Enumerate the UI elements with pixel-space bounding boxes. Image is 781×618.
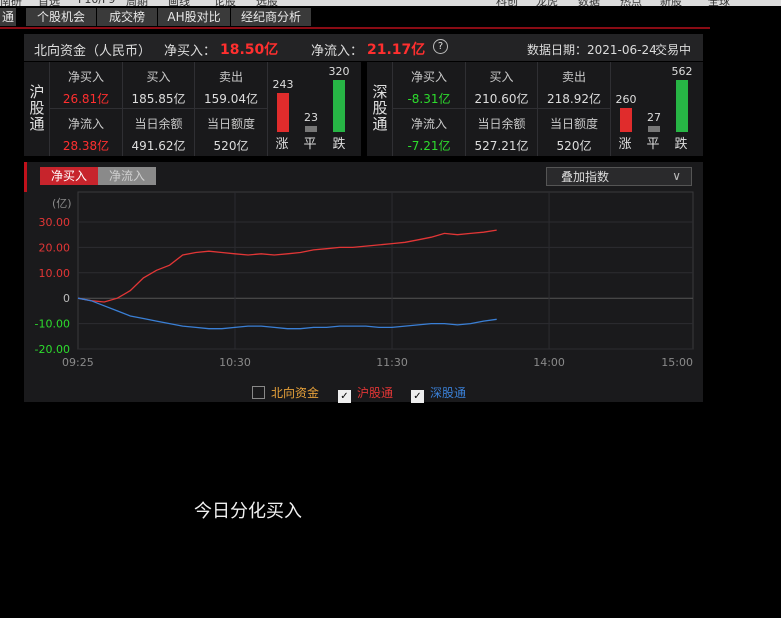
top-strip-item[interactable]: 全球	[708, 0, 730, 6]
hgt-down-label: 跌	[332, 137, 346, 152]
legend-hgt[interactable]: ✓ 沪股通	[338, 384, 393, 403]
tab-stock-opportunity[interactable]: 个股机会	[26, 8, 97, 26]
hgt-net-inflow: 净流入 28.38亿	[62, 117, 110, 153]
tab-ah-comparison[interactable]: AH股对比	[158, 8, 231, 26]
sgt-up-label: 涨	[618, 137, 632, 152]
top-strip-item[interactable]: F10/F9	[78, 0, 115, 6]
hgt-up-bar	[277, 93, 289, 132]
sgt-down-label: 跌	[674, 137, 688, 152]
sgt-panel: 深股通 净买入 -8.31亿 买入 210.60亿 卖出 218.92亿 净流入 -7.…	[367, 62, 703, 156]
sgt-up-count: 260	[615, 93, 637, 106]
sgt-down-bar	[676, 80, 688, 132]
top-toolbar-strip: 南研 首选 F10/F9 周期 画线 论股 选股 科创 龙虎 数据 热点 新股 全球	[0, 0, 781, 6]
flow-line-chart: (亿) 30.00 20.00 10.00 0 -10.00 -20.0009:25 10:3…	[35, 191, 694, 369]
hgt-net-buy: 净买入 26.81亿	[62, 70, 110, 106]
hgt-flat-bar	[305, 126, 317, 132]
top-strip-item[interactable]: 南研	[0, 0, 22, 6]
caption-text: 今日分化买入	[194, 501, 302, 522]
top-strip-item[interactable]: 数据	[578, 0, 600, 6]
y-tick-label: -10.00	[35, 318, 70, 331]
sgt-checkbox[interactable]: ✓	[411, 390, 424, 403]
sgt-quota: 当日额度 520亿	[549, 117, 598, 153]
hgt-sell: 卖出 159.04亿	[204, 70, 258, 106]
y-tick-label: -20.00	[35, 343, 70, 356]
trading-status: 交易中	[655, 43, 692, 57]
x-tick-label: 09:25	[62, 356, 94, 369]
top-strip-item[interactable]: 科创	[496, 0, 518, 6]
net-buy-label: 净买入：	[164, 44, 217, 59]
y-unit-label: (亿)	[52, 197, 72, 210]
page-title: 北向资金（人民币）	[34, 44, 152, 59]
y-tick-label: 20.00	[39, 241, 71, 254]
x-tick-label: 14:00	[533, 356, 565, 369]
sgt-label: 深股通	[372, 83, 388, 133]
hgt-flat-count: 23	[304, 111, 318, 124]
hgt-series-line	[77, 229, 497, 303]
hgt-quota: 当日额度 520亿	[206, 117, 255, 153]
hgt-balance: 当日余额 491.62亿	[131, 117, 186, 153]
sgt-up-bar	[620, 108, 632, 132]
help-icon[interactable]: ?	[433, 39, 448, 54]
intraday-flow-chart-panel: 净买入 净流入 叠加指数 ∨ (亿) 30.00 20.00 10.00 0 -10.00…	[24, 162, 703, 403]
hgt-down-bar	[333, 80, 345, 132]
sgt-sell: 卖出 218.92亿	[547, 70, 601, 106]
sgt-net-inflow: 净流入 -7.21亿	[407, 117, 451, 153]
sgt-flat-count: 27	[647, 111, 661, 124]
y-tick-label: 0	[63, 292, 70, 305]
top-strip-item[interactable]: 热点	[620, 0, 642, 6]
tab-broker-analysis[interactable]: 经纪商分析	[231, 8, 312, 26]
top-strip-item[interactable]: 画线	[168, 0, 190, 6]
top-strip-item[interactable]: 选股	[256, 0, 278, 6]
x-tick-label: 11:30	[376, 356, 408, 369]
y-tick-label: 10.00	[39, 267, 71, 280]
x-tick-label: 10:30	[219, 356, 251, 369]
legend-sgt-label: 深股通	[430, 386, 467, 400]
hgt-checkbox[interactable]: ✓	[338, 390, 351, 403]
northbound-header: 北向资金（人民币） 净买入： 18.50亿 净流入： 21.17亿 ? 数据日期…	[24, 34, 703, 61]
hgt-label: 沪股通	[29, 83, 45, 133]
legend-hgt-label: 沪股通	[357, 386, 394, 400]
sgt-down-count: 562	[671, 65, 693, 78]
sgt-flat-label: 平	[646, 137, 660, 152]
legend-north-label: 北向资金	[271, 386, 320, 400]
north-checkbox[interactable]	[252, 386, 265, 399]
hgt-buy: 买入 185.85亿	[131, 70, 186, 106]
sgt-buy: 买入 210.60亿	[474, 70, 529, 106]
tab-underline	[0, 27, 710, 29]
top-strip-item[interactable]: 周期	[126, 0, 148, 6]
tab-turnover-ranking[interactable]: 成交榜	[97, 8, 158, 26]
top-strip-item[interactable]: 新股	[660, 0, 682, 6]
tab-connect[interactable]: 通	[0, 8, 17, 26]
y-tick-label: 30.00	[39, 216, 71, 229]
sgt-flat-bar	[648, 126, 660, 132]
top-strip-item[interactable]: 论股	[214, 0, 236, 6]
net-buy-value: 18.50亿	[220, 42, 279, 58]
legend-sgt[interactable]: ✓ 深股通	[411, 384, 466, 403]
top-strip-item[interactable]: 首选	[38, 0, 60, 6]
sgt-balance: 当日余额 527.21亿	[474, 117, 529, 153]
top-strip-item[interactable]: 龙虎	[536, 0, 558, 6]
hgt-up-label: 涨	[275, 137, 289, 152]
hgt-panel: 沪股通 净买入 26.81亿 买入 185.85亿 卖出 159.04亿 净流入 28.…	[24, 62, 361, 156]
legend-north[interactable]: 北向资金	[252, 384, 319, 401]
sgt-net-buy: 净买入 -8.31亿	[407, 70, 451, 106]
hgt-flat-label: 平	[303, 137, 317, 152]
x-tick-label: 15:00	[661, 356, 693, 369]
hgt-down-count: 320	[328, 65, 350, 78]
plot-frame	[77, 191, 694, 350]
hgt-up-count: 243	[272, 78, 294, 91]
net-inflow-value: 21.17亿	[367, 42, 426, 58]
data-date: 数据日期：2021-06-24	[527, 43, 657, 57]
net-inflow-label: 净流入：	[311, 44, 364, 59]
tab-bar: 通 个股机会 成交榜 AH股对比 经纪商分析	[0, 8, 781, 26]
sgt-series-line	[77, 297, 497, 330]
